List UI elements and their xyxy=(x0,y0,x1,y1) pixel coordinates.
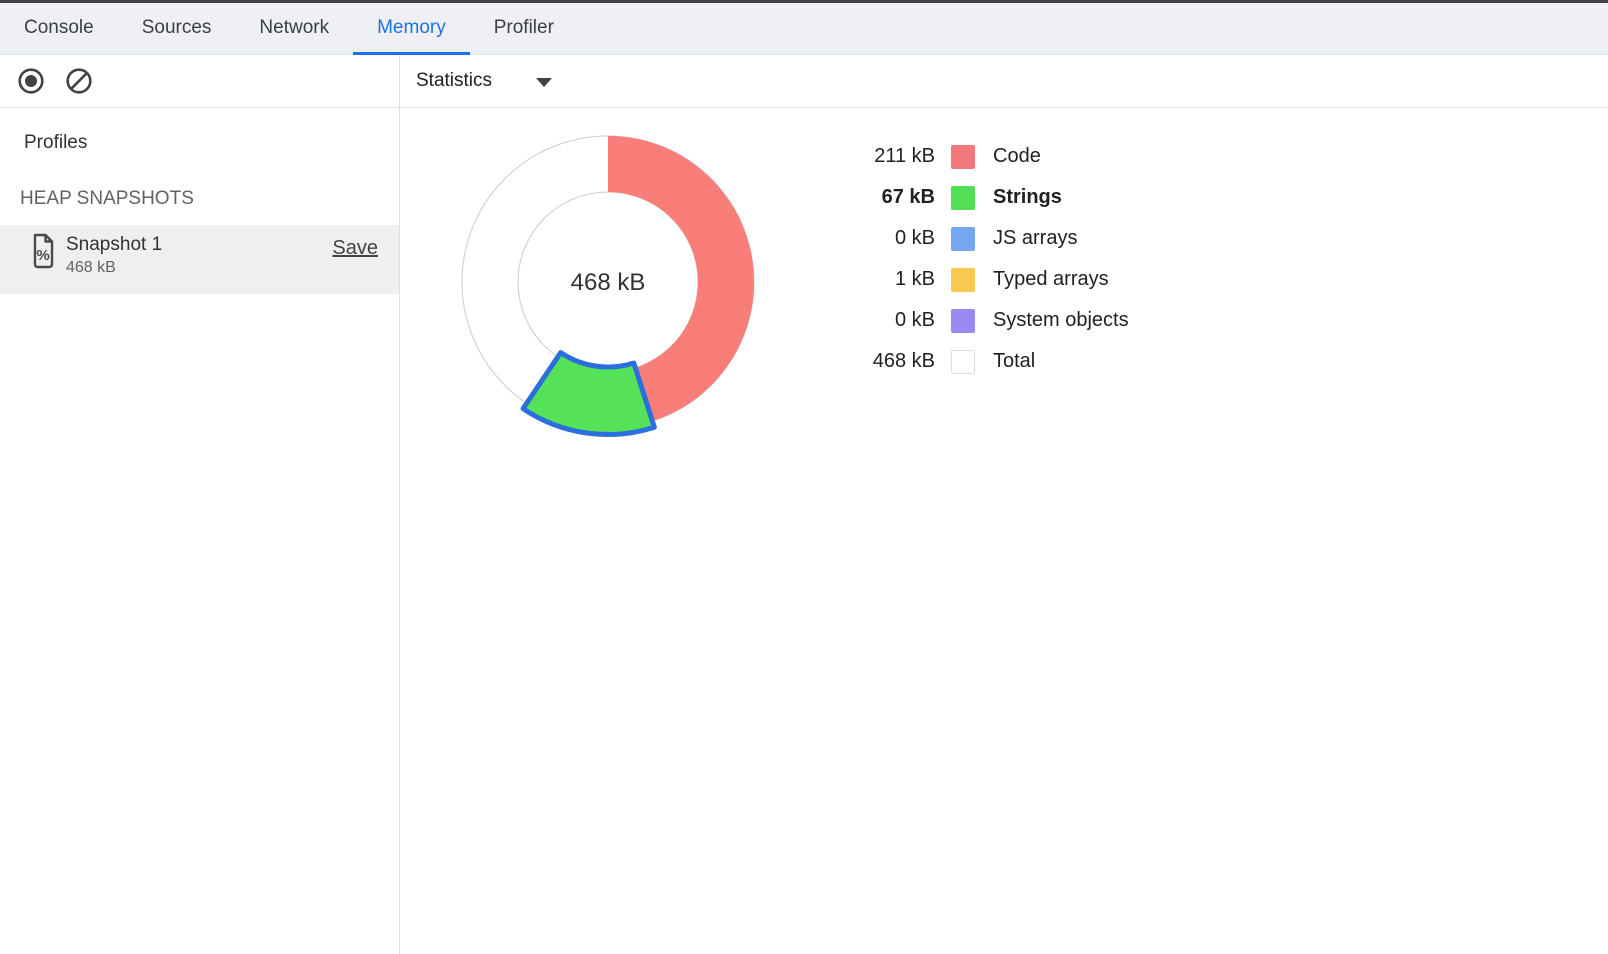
snapshot-size: 468 kB xyxy=(66,259,116,277)
legend-value: 67 kB xyxy=(850,186,935,209)
tab-console[interactable]: Console xyxy=(0,3,118,55)
memory-donut-chart[interactable]: 468 kB xyxy=(440,115,776,451)
legend-label: JS arrays xyxy=(993,227,1077,250)
legend-swatch xyxy=(951,227,975,251)
perspective-dropdown[interactable]: Statistics xyxy=(416,70,552,92)
heap-snapshot-icon: % xyxy=(29,233,57,269)
legend-label: System objects xyxy=(993,309,1129,332)
snapshot-name: Snapshot 1 xyxy=(66,234,162,256)
legend-row-js-arrays: 0 kB JS arrays xyxy=(850,218,1129,259)
legend-swatch xyxy=(951,145,975,169)
legend-label: Typed arrays xyxy=(993,268,1109,291)
legend-row-code: 211 kB Code xyxy=(850,136,1129,177)
devtools-tab-bar: ConsoleSourcesNetworkMemoryProfiler xyxy=(0,3,1608,55)
donut-slice-strings[interactable] xyxy=(523,353,654,435)
clear-profiles-button[interactable] xyxy=(64,66,94,96)
legend-value: 1 kB xyxy=(850,268,935,291)
legend-label: Total xyxy=(993,350,1035,373)
profiles-toolbar xyxy=(0,55,399,108)
chevron-down-icon xyxy=(536,78,552,87)
save-snapshot-link[interactable]: Save xyxy=(332,237,378,260)
record-button[interactable] xyxy=(16,66,46,96)
legend-value: 211 kB xyxy=(850,145,935,168)
legend-row-total: 468 kB Total xyxy=(850,341,1129,382)
tab-sources[interactable]: Sources xyxy=(118,3,236,55)
legend-label: Strings xyxy=(993,186,1062,209)
donut-center-label: 468 kB xyxy=(571,269,646,296)
svg-text:%: % xyxy=(36,247,49,264)
legend-value: 0 kB xyxy=(850,309,935,332)
legend-value: 0 kB xyxy=(850,227,935,250)
tab-network[interactable]: Network xyxy=(235,3,353,55)
legend-row-strings: 67 kB Strings xyxy=(850,177,1129,218)
tab-profiler[interactable]: Profiler xyxy=(470,3,578,55)
legend-row-typed-arrays: 1 kB Typed arrays xyxy=(850,259,1129,300)
legend-swatch xyxy=(951,268,975,292)
sidebar-item-snapshot-1[interactable]: % Snapshot 1 468 kB Save xyxy=(0,225,399,294)
profiles-heading: Profiles xyxy=(24,132,87,154)
sidebar-divider xyxy=(399,55,400,954)
legend-swatch xyxy=(951,186,975,210)
heap-snapshots-heading: HEAP SNAPSHOTS xyxy=(20,188,194,210)
legend-value: 468 kB xyxy=(850,350,935,373)
legend-swatch xyxy=(951,309,975,333)
legend-swatch xyxy=(951,350,975,374)
view-toolbar: Statistics xyxy=(400,55,1608,108)
perspective-dropdown-label: Statistics xyxy=(416,70,492,92)
legend-label: Code xyxy=(993,145,1041,168)
legend-row-system-objects: 0 kB System objects xyxy=(850,300,1129,341)
chart-legend: 211 kB Code 67 kB Strings 0 kB JS arrays 1 kB T… xyxy=(850,136,1129,382)
tab-memory[interactable]: Memory xyxy=(353,3,470,55)
